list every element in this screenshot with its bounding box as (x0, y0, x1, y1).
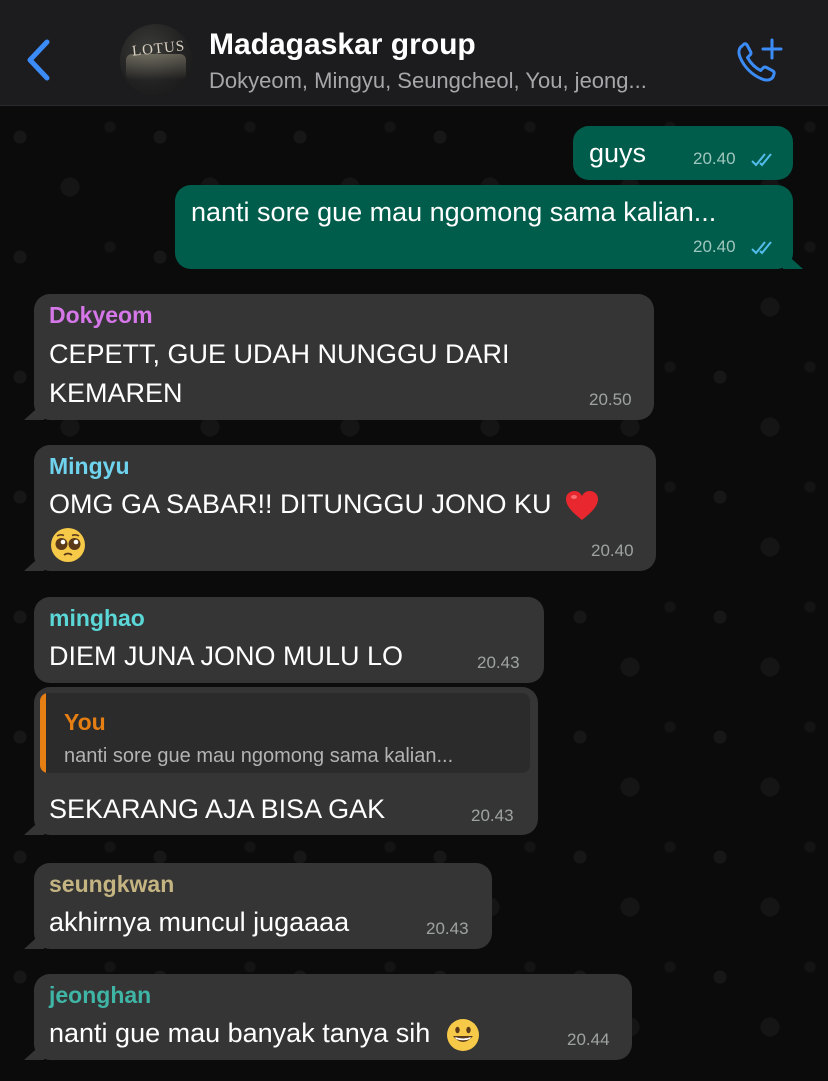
group-title[interactable]: Madagaskar group (209, 28, 476, 62)
sender-name[interactable]: minghao (49, 603, 145, 633)
message-text-line: nanti gue mau banyak tanya sih (49, 1014, 480, 1053)
back-button[interactable] (18, 36, 58, 84)
message-text: nanti gue mau banyak tanya sih (49, 1018, 431, 1048)
message-time: 20.40 (693, 237, 736, 256)
group-avatar[interactable]: LOTUS (120, 24, 192, 96)
message-time: 20.40 (693, 149, 736, 168)
quote-bar (40, 693, 46, 773)
message-text-line: KEMAREN (49, 378, 183, 408)
sender-name[interactable]: Mingyu (49, 451, 130, 481)
bubble-tail (24, 1042, 44, 1060)
message-time: 20.43 (477, 653, 520, 672)
grinning-face-icon (446, 1018, 479, 1051)
message-incoming[interactable]: seungkwan akhirnya muncul jugaaaa 20.43 (24, 863, 492, 949)
message-outgoing[interactable]: guys 20.40 (573, 126, 793, 180)
message-text: SEKARANG AJA BISA GAK (49, 794, 386, 824)
message-outgoing[interactable]: nanti sore gue mau ngomong sama kalian..… (175, 185, 803, 269)
message-time: 20.50 (589, 390, 632, 409)
sender-name[interactable]: jeonghan (49, 980, 151, 1010)
message-incoming[interactable]: Mingyu OMG GA SABAR!! DITUNGGU JONO KU 2… (24, 445, 656, 571)
quote-text: nanti sore gue mau ngomong sama kalian..… (64, 745, 454, 767)
message-reply[interactable]: You nanti sore gue mau ngomong sama kali… (24, 687, 538, 835)
sender-name[interactable]: Dokyeom (49, 300, 153, 330)
message-text: DIEM JUNA JONO MULU LO (49, 641, 404, 671)
red-heart-icon (566, 490, 599, 520)
quoted-message[interactable]: You nanti sore gue mau ngomong sama kali… (40, 693, 530, 773)
message-time: 20.44 (567, 1030, 610, 1049)
message-text: guys (589, 138, 647, 168)
message-time: 20.40 (591, 541, 634, 560)
message-incoming[interactable]: jeonghan nanti gue mau banyak tanya sih … (24, 974, 632, 1060)
group-members[interactable]: Dokyeom, Mingyu, Seungcheol, You, jeong.… (209, 68, 647, 94)
message-text: akhirnya muncul jugaaaa (49, 907, 350, 937)
message-text-line: OMG GA SABAR!! DITUNGGU JONO KU (49, 485, 599, 524)
read-double-check-icon (751, 241, 772, 255)
read-double-check-icon (751, 153, 772, 167)
message-incoming[interactable]: Dokyeom CEPETT, GUE UDAH NUNGGU DARI KEM… (24, 294, 654, 420)
pleading-face-icon (51, 528, 85, 562)
chat-header: LOTUS Madagaskar group Dokyeom, Mingyu, … (0, 0, 828, 106)
chevron-left-icon (27, 39, 50, 81)
chat-area[interactable]: guys 20.40 nanti sore gue mau ngomong sa… (0, 107, 828, 1081)
bubble-tail (783, 251, 803, 269)
message-time: 20.43 (426, 919, 469, 938)
bubble-tail (24, 817, 44, 835)
bubble-tail (24, 553, 44, 571)
message-text: nanti sore gue mau ngomong sama kalian..… (191, 197, 717, 227)
message-text-line: CEPETT, GUE UDAH NUNGGU DARI (49, 339, 510, 369)
add-call-button[interactable] (730, 36, 786, 86)
quote-sender: You (64, 709, 106, 735)
message-incoming[interactable]: minghao DIEM JUNA JONO MULU LO 20.43 (34, 597, 544, 683)
bubble-tail (24, 402, 44, 420)
sender-name[interactable]: seungkwan (49, 869, 174, 899)
message-text: OMG GA SABAR!! DITUNGGU JONO KU (49, 489, 552, 519)
message-time: 20.43 (471, 806, 514, 825)
bubble-tail (24, 931, 44, 949)
phone-add-icon (737, 38, 783, 82)
